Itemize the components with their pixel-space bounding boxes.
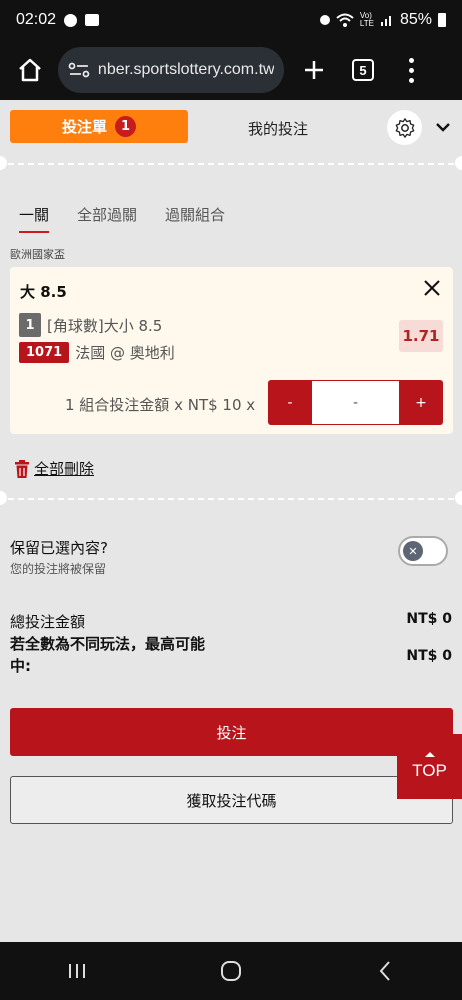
market-label: [角球數]大小 8.5 (47, 316, 163, 335)
dot-icon (408, 57, 414, 63)
odds-value: 1.71 (399, 320, 443, 352)
delete-all-button[interactable]: 全部刪除 (14, 458, 94, 479)
new-tab-button[interactable] (298, 52, 330, 88)
tab-parlay-combo[interactable]: 過關組合 (165, 204, 225, 233)
home-button[interactable] (12, 52, 48, 88)
betslip-count-badge: 1 (115, 116, 136, 137)
divider (8, 163, 454, 165)
close-icon (424, 280, 440, 296)
back-icon (379, 961, 390, 981)
wifi-icon (336, 13, 354, 27)
volte-icon: Vo) LTE (359, 11, 374, 28)
keep-selection-subtitle: 您的投注將被保留 (10, 562, 107, 576)
battery-icon (438, 13, 446, 27)
selection-title: 大 8.5 (20, 283, 67, 301)
stake-label: 1 組合投注金額 x NT$ 10 x (65, 396, 256, 414)
recents-button[interactable] (57, 951, 97, 991)
battery-percent: 85% (399, 11, 432, 28)
back-button[interactable] (365, 951, 405, 991)
match-label: 法國 @ 奧地利 (75, 344, 175, 362)
divider (8, 498, 454, 500)
tab-betslip[interactable]: 投注單 1 (10, 110, 188, 143)
keep-selection-toggle[interactable]: ✕ (398, 536, 448, 566)
system-nav-bar (0, 942, 462, 1000)
caret-up-icon (424, 752, 435, 757)
signal-icon (380, 16, 391, 26)
more-menu-button[interactable] (406, 55, 416, 85)
collapse-button[interactable] (433, 117, 453, 137)
divider-notch (0, 156, 7, 170)
settings-button[interactable] (387, 110, 422, 145)
image-icon (85, 14, 100, 26)
site-settings-icon (68, 62, 90, 78)
alarm-icon (319, 15, 330, 25)
chevron-down-icon (436, 123, 450, 132)
tab-single[interactable]: 一關 (19, 204, 50, 233)
address-bar[interactable]: nber.sportslottery.com.tw (58, 47, 284, 93)
home-circle-icon (221, 961, 241, 981)
increase-stake-button[interactable]: + (399, 380, 443, 425)
dot-icon (408, 67, 414, 73)
max-win-label: 若全數為不同玩法，最高可能中: (10, 635, 206, 675)
tab-all-parlay[interactable]: 全部過關 (77, 204, 137, 233)
decrease-stake-button[interactable]: - (268, 380, 312, 425)
divider-notch (0, 491, 7, 505)
home-nav-button[interactable] (211, 951, 251, 991)
league-name: 歐洲國家盃 (10, 248, 65, 261)
betslip-tab-label: 投注單 (61, 118, 107, 136)
bet-card: 大 8.5 1 [角球數]大小 8.5 1071 法國 @ 奧地利 1.71 1… (10, 267, 453, 434)
stake-stepper: - - + (268, 380, 443, 425)
market-index-badge: 1 (19, 313, 41, 337)
tab-my-bets[interactable]: 我的投注 (248, 118, 308, 139)
divider-notch (455, 156, 462, 170)
dot-icon (408, 77, 414, 83)
match-row: 1071 法國 @ 奧地利 (19, 342, 175, 363)
betslip-page: 投注單 1 我的投注 一關 全部過關 過關組合 歐洲國家盃 大 8.5 1 [角… (0, 100, 462, 942)
tab-switcher-button[interactable]: 5 (352, 59, 374, 81)
plus-icon (305, 61, 323, 79)
betslip-header: 投注單 1 我的投注 (0, 100, 462, 156)
gear-icon (395, 117, 414, 138)
bet-type-tabs: 一關 全部過關 過關組合 (19, 204, 225, 233)
match-code-badge: 1071 (19, 342, 70, 363)
message-icon (64, 13, 78, 27)
scroll-top-label: TOP (412, 761, 447, 780)
divider-notch (455, 491, 462, 505)
recents-icon (69, 964, 85, 978)
keep-selection-title: 保留已選內容? (10, 539, 108, 557)
max-win-value: NT$ 0 (406, 648, 452, 664)
trash-icon (15, 459, 29, 478)
get-bet-code-button[interactable]: 獲取投注代碼 (10, 776, 453, 824)
url-text: nber.sportslottery.com.tw (97, 61, 274, 78)
scroll-top-button[interactable]: TOP (397, 734, 462, 799)
place-bet-button[interactable]: 投注 (10, 708, 453, 756)
remove-bet-button[interactable] (421, 277, 443, 299)
stake-input[interactable]: - (312, 380, 399, 425)
status-bar: 02:02 Vo) LTE 85% (0, 0, 462, 40)
home-icon (19, 58, 41, 82)
total-stake-label: 總投注金額 (10, 613, 86, 631)
toggle-off-icon: ✕ (403, 541, 423, 561)
browser-toolbar: nber.sportslottery.com.tw 5 (0, 40, 462, 100)
status-time: 02:02 (16, 11, 57, 28)
delete-all-label: 全部刪除 (34, 460, 95, 478)
market-row: 1 [角球數]大小 8.5 (19, 313, 162, 337)
total-stake-value: NT$ 0 (406, 611, 452, 627)
